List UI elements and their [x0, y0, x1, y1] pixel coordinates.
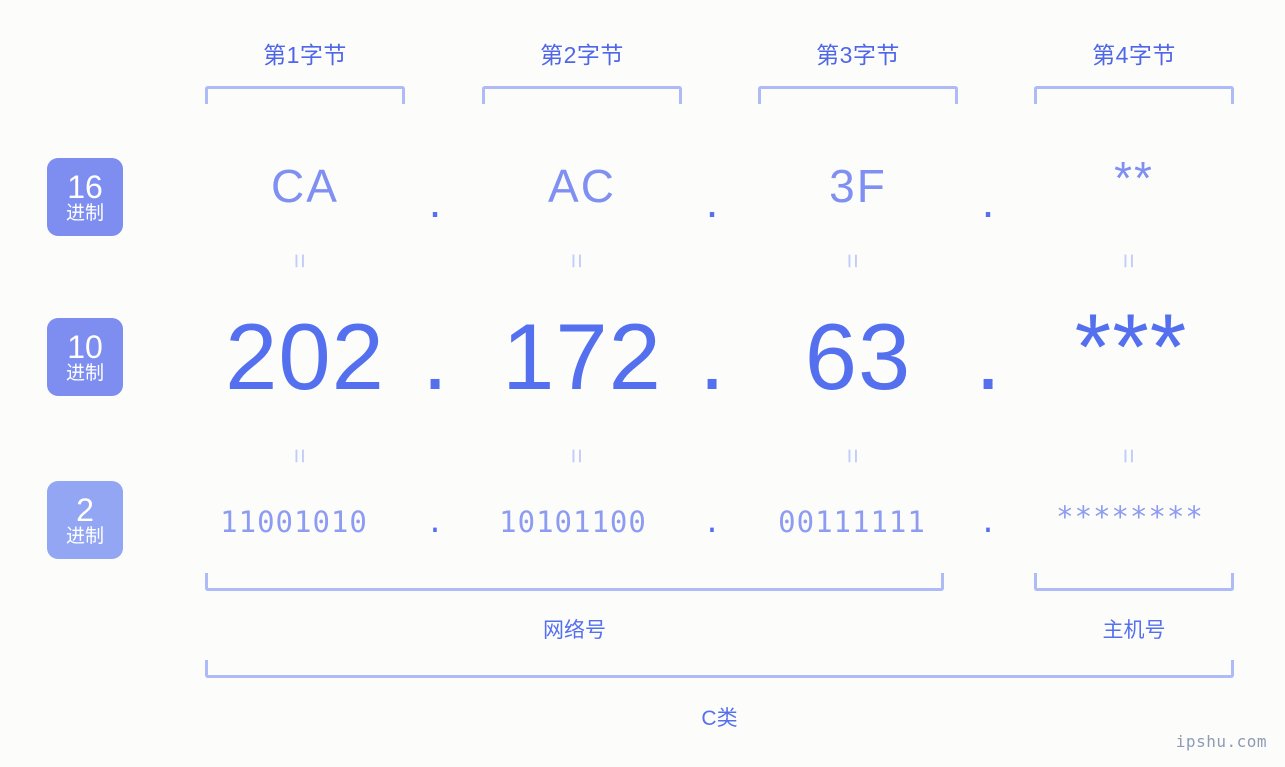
binary-separator-2: .	[703, 505, 721, 539]
base-badge-binary: 2 进制	[47, 481, 123, 559]
network-bracket	[205, 573, 944, 591]
base-badge-decimal-unit: 进制	[65, 363, 104, 384]
binary-byte-1: 11001010	[220, 505, 368, 539]
byte-header-2: 第2字节	[540, 42, 624, 68]
host-label: 主机号	[1102, 619, 1166, 642]
ip-breakdown-diagram: 第1字节 第2字节 第3字节 第4字节 16 进制 CA . AC . 3F .…	[0, 0, 1285, 767]
base-badge-hex-unit: 进制	[65, 203, 104, 224]
byte-bracket-4	[1034, 86, 1234, 104]
base-badge-decimal-number: 10	[67, 329, 103, 365]
class-label: C类	[701, 707, 738, 730]
hex-separator-1: .	[428, 175, 442, 227]
hex-separator-3: .	[981, 175, 995, 227]
binary-separator-1: .	[426, 505, 444, 539]
binary-byte-3: 00111111	[778, 505, 926, 539]
class-bracket	[205, 660, 1234, 678]
byte-bracket-1	[205, 86, 405, 104]
byte-header-4: 第4字节	[1092, 42, 1176, 68]
host-bracket	[1034, 573, 1234, 591]
byte-header-3: 第3字节	[816, 42, 900, 68]
base-badge-hex: 16 进制	[47, 158, 123, 236]
hex-separator-2: .	[705, 175, 719, 227]
byte-bracket-2	[482, 86, 682, 104]
binary-separator-3: .	[979, 505, 997, 539]
byte-bracket-3	[758, 86, 958, 104]
base-badge-hex-number: 16	[67, 169, 103, 205]
base-badge-decimal: 10 进制	[47, 318, 123, 396]
decimal-separator-1: .	[421, 304, 449, 409]
byte-header-1: 第1字节	[263, 42, 347, 68]
binary-byte-4: ********	[1056, 500, 1204, 534]
network-label: 网络号	[543, 619, 606, 642]
binary-byte-2: 10101100	[499, 505, 647, 539]
decimal-separator-3: .	[974, 304, 1002, 409]
decimal-separator-2: .	[698, 304, 726, 409]
base-badge-binary-unit: 进制	[65, 526, 104, 547]
base-badge-binary-number: 2	[76, 492, 94, 528]
site-watermark: ipshu.com	[1175, 732, 1267, 751]
